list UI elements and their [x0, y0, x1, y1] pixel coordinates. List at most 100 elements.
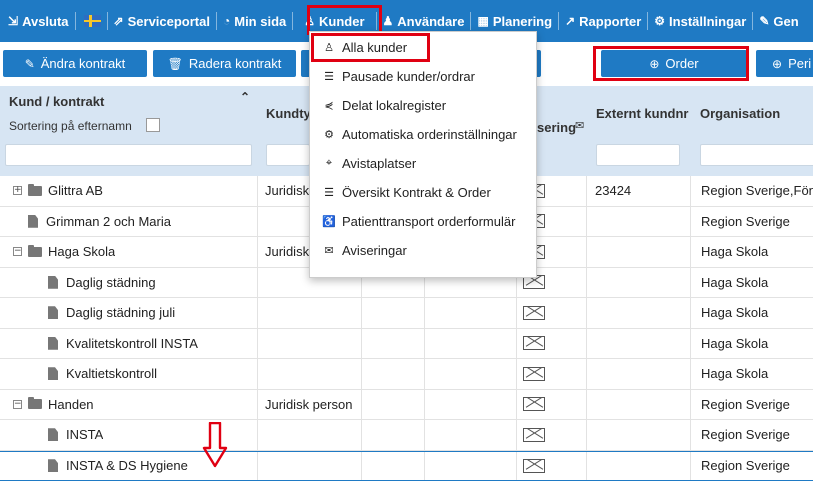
table-row[interactable]: INSTA Region Sverige [0, 420, 813, 451]
dropdown-item-automatiska-orderinställningar[interactable]: ⚙ Automatiska orderinställningar [322, 124, 517, 144]
column-divider [361, 420, 362, 450]
column-divider [361, 451, 362, 480]
column-divider [361, 328, 362, 358]
customer-name-cell[interactable]: Kvalitetskontroll INSTA [48, 329, 198, 359]
list-icon: ☰ [324, 70, 334, 83]
column-divider [690, 451, 691, 480]
sort-by-lastname-checkbox[interactable] [146, 118, 160, 132]
customer-name-cell[interactable]: Grimman 2 och Maria [13, 207, 171, 237]
user-icon: ♟ [382, 14, 394, 28]
column-divider [586, 206, 587, 236]
column-header-organisation[interactable]: Organisation [700, 106, 780, 121]
column-divider [690, 420, 691, 450]
kundtyp-cell [265, 359, 357, 389]
swedish-flag-icon[interactable] [83, 15, 101, 27]
delete-contract-label: Radera kontrakt [188, 56, 282, 71]
dropdown-item-pausade-kunder-ordrar[interactable]: ☰ Pausade kunder/ordrar [322, 66, 475, 86]
customer-name-cell[interactable]: INSTA [48, 420, 103, 450]
column-header-kundtyp[interactable]: Kundtyp [266, 106, 310, 121]
avisering-cell[interactable] [523, 452, 545, 481]
avisering-cell[interactable] [523, 390, 545, 420]
peri-label: Peri [788, 56, 812, 71]
filter-organisation-input[interactable] [700, 144, 813, 166]
organisation-cell: Region Sverige [701, 458, 790, 474]
dropdown-item-avistaplatser[interactable]: ⌖ Avistaplatser [322, 153, 416, 173]
column-divider [586, 420, 587, 450]
envelope-icon[interactable] [523, 336, 545, 351]
dropdown-item-patienttransport-orderformulär[interactable]: ♿ Patienttransport orderformulär [322, 211, 515, 231]
map-marker-icon: ⌖ [325, 156, 333, 169]
envelope-icon[interactable] [523, 397, 545, 412]
nav-rapporter[interactable]: ↗ Rapporter [561, 0, 645, 42]
nav-anvandare-label: Användare [397, 13, 465, 29]
nav-installningar-label: Inställningar [669, 13, 747, 29]
external-link-icon: ⇗ [113, 14, 124, 28]
column-divider [516, 359, 517, 389]
collapse-icon[interactable]: − [13, 399, 22, 409]
avisering-cell[interactable] [523, 359, 545, 389]
peri-button[interactable]: ⊕ Peri [756, 50, 813, 77]
column-divider [586, 328, 587, 358]
table-row[interactable]: INSTA & DS Hygiene Region Sverige [0, 450, 813, 481]
nav-language[interactable] [78, 0, 105, 42]
avisering-cell[interactable] [523, 329, 545, 359]
table-row[interactable]: Daglig städning juli Haga Skola [0, 298, 813, 329]
nav-rapporter-label: Rapporter [579, 13, 642, 29]
filter-kundtyp-input[interactable] [266, 144, 310, 166]
dropdown-item-översikt-kontrakt-order[interactable]: ☰ Översikt Kontrakt & Order [322, 182, 491, 202]
organisation-cell: Haga Skola [701, 335, 769, 351]
nav-min-sida[interactable]: ◔ Min sida [219, 0, 290, 42]
organisation-cell: Region Sverige [701, 213, 790, 229]
trash-icon: 🗑 [167, 56, 183, 71]
envelope-icon[interactable] [523, 366, 545, 381]
avisering-cell[interactable] [523, 420, 545, 450]
sort-asc-icon[interactable]: ⌃ [240, 90, 250, 104]
dropdown-item-aviseringar[interactable]: ✉ Aviseringar [322, 240, 406, 260]
avisering-cell[interactable] [523, 298, 545, 328]
collapse-icon[interactable]: − [13, 247, 22, 257]
customer-name-cell[interactable]: INSTA & DS Hygiene [48, 452, 188, 481]
order-button[interactable]: ⊕ Order [601, 50, 747, 77]
column-header-customer[interactable]: Kund / kontrakt [9, 94, 104, 109]
expand-icon[interactable]: + [13, 186, 22, 196]
sign-out-icon: ⇲ [8, 14, 19, 28]
file-icon [28, 214, 38, 228]
column-divider [516, 451, 517, 480]
nav-divider [752, 12, 754, 30]
column-header-external-id[interactable]: Externt kundnr [596, 106, 688, 121]
table-row[interactable]: Kvaltietskontroll Haga Skola [0, 359, 813, 390]
file-icon [48, 306, 58, 320]
customer-name-cell[interactable]: Kvaltietskontroll [48, 359, 157, 389]
table-row[interactable]: Kvalitetskontroll INSTA Haga Skola [0, 328, 813, 359]
column-divider [257, 451, 258, 480]
nav-divider [106, 12, 108, 30]
envelope-icon[interactable] [523, 305, 545, 320]
column-header-avisering[interactable]: sering [537, 120, 576, 135]
filter-customer-input[interactable] [5, 144, 252, 166]
customer-name: Daglig städning juli [66, 305, 176, 321]
filter-external-id-input[interactable] [596, 144, 680, 166]
nav-gen[interactable]: ✎ Gen [755, 0, 802, 42]
kunder-dropdown-menu: ♙ Alla kunder ☰ Pausade kunder/ordrar ⋞ Delat… [309, 31, 537, 278]
envelope-icon[interactable] [523, 458, 545, 473]
list-alt-icon: ☰ [324, 186, 334, 199]
customer-name-cell[interactable]: + Glittra AB [13, 176, 103, 206]
customer-name-cell[interactable]: − Handen [13, 390, 94, 420]
column-divider [586, 298, 587, 328]
dropdown-item-delat-lokalregister[interactable]: ⋞ Delat lokalregister [322, 95, 446, 115]
customer-name-cell[interactable]: − Haga Skola [13, 237, 115, 267]
edit-contract-button[interactable]: ✎ Ändra kontrakt [3, 50, 147, 77]
dropdown-item-alla-kunder[interactable]: ♙ Alla kunder [322, 37, 407, 57]
nav-serviceportal[interactable]: ⇗ Serviceportal [110, 0, 214, 42]
customer-name-cell[interactable]: Daglig städning juli [48, 298, 175, 328]
delete-contract-button[interactable]: 🗑 Radera kontrakt [153, 50, 296, 77]
order-label: Order [665, 56, 699, 71]
column-divider [424, 451, 425, 480]
nav-divider [470, 12, 472, 30]
customer-name-cell[interactable]: Daglig städning [48, 268, 156, 298]
table-row[interactable]: − Handen Juridisk person Region Sverige [0, 389, 813, 420]
column-divider [516, 328, 517, 358]
nav-installningar[interactable]: ⚙ Inställningar [650, 0, 750, 42]
envelope-icon[interactable] [523, 427, 545, 442]
nav-avsluta[interactable]: ⇲ Avsluta [0, 0, 73, 42]
